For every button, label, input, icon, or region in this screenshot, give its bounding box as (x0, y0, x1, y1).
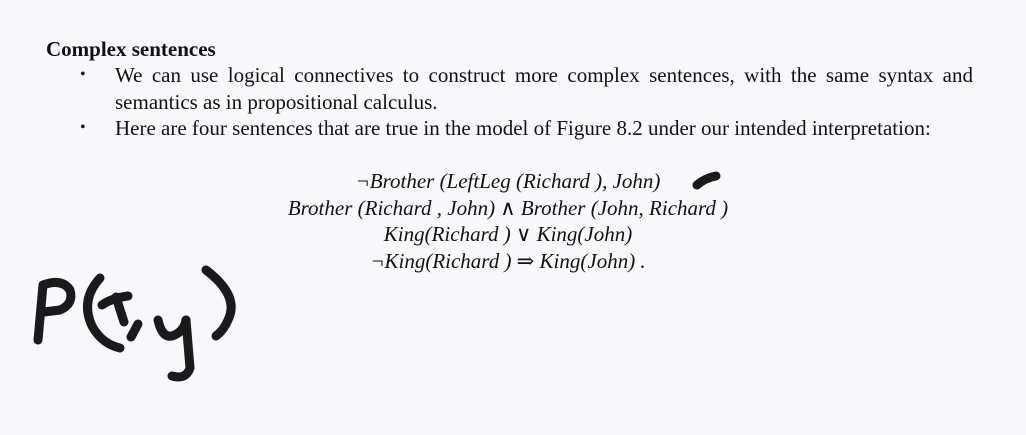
bullet-icon: • (80, 119, 86, 136)
formula-block: ¬Brother (LeftLeg (Richard ), John) Brot… (0, 168, 1016, 274)
ink-letter-y-2 (167, 315, 195, 382)
ink-open-paren (83, 273, 125, 353)
slide-page: Complex sentences • We can use logical c… (0, 0, 1026, 435)
formula-line: ¬Brother (LeftLeg (Richard ), John) (355, 169, 661, 193)
bullet-item: • Here are four sentences that are true … (0, 115, 973, 142)
bullet-text: Here are four sentences that are true in… (115, 116, 931, 140)
ink-letter-p (33, 277, 76, 345)
ink-letter-x-1 (97, 291, 133, 310)
formula-line: ¬King(Richard ) ⇒ King(John) . (370, 248, 646, 273)
formula-line: Brother (Richard , John) ∧ Brother (John… (287, 195, 729, 220)
ink-comma (126, 319, 143, 342)
bullet-text: We can use logical connectives to constr… (115, 63, 973, 114)
ink-close-paren (201, 265, 236, 341)
formula-line: King(Richard ) ∨ King(John) (383, 222, 633, 246)
section-heading: Complex sentences (46, 37, 216, 61)
ink-letter-x-2 (111, 292, 129, 327)
bullet-icon: • (80, 66, 86, 83)
bullet-item: • We can use logical connectives to cons… (0, 62, 973, 115)
bullet-list: • We can use logical connectives to cons… (0, 62, 1026, 142)
ink-letter-y-1 (153, 315, 191, 341)
